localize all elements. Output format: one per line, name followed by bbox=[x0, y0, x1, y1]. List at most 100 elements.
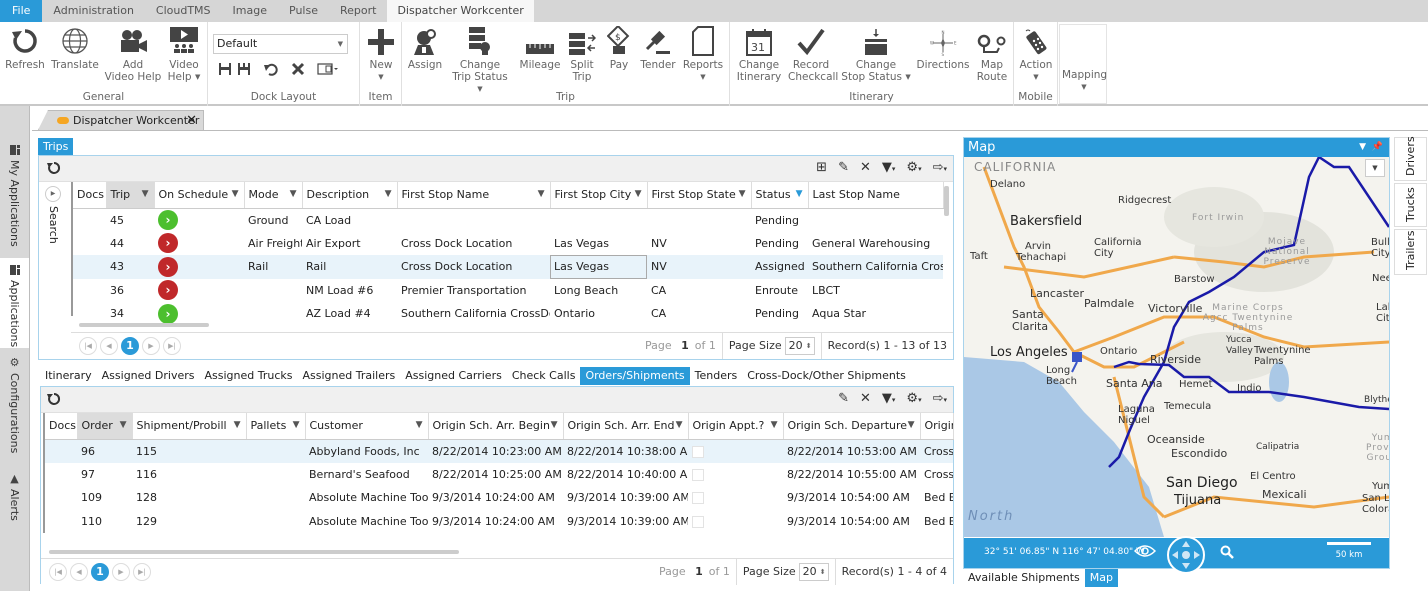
cell-arr-begin[interactable]: 9/3/2014 10:24:00 AM bbox=[428, 510, 563, 534]
tab-map[interactable]: Map bbox=[1084, 569, 1118, 587]
cell-mode[interactable]: Rail bbox=[244, 255, 302, 279]
col-origin-appt[interactable]: Origin Appt.? ▼ bbox=[688, 413, 784, 440]
menu-pulse[interactable]: Pulse bbox=[278, 0, 329, 22]
col-mode[interactable]: Mode ▼ bbox=[244, 182, 303, 209]
cell-shipment[interactable]: 116 bbox=[132, 463, 246, 487]
menu-image[interactable]: Image bbox=[222, 0, 278, 22]
cell-trip[interactable]: 34 bbox=[106, 302, 154, 326]
change-trip-status-button[interactable]: Change Trip Status ▼ bbox=[448, 26, 512, 95]
col-docs[interactable]: Docs bbox=[45, 413, 78, 440]
eye-icon[interactable] bbox=[1134, 544, 1156, 558]
mileage-button[interactable]: Mileage bbox=[518, 26, 562, 71]
cell-trip[interactable]: 36 bbox=[106, 279, 154, 303]
add-row-icon[interactable]: ⊞ bbox=[816, 160, 827, 175]
map-route-button[interactable]: Map Route bbox=[974, 26, 1010, 83]
close-icon[interactable]: ✕ bbox=[186, 111, 197, 130]
cell-last-stop-name[interactable]: Southern California CrossDock bbox=[808, 255, 943, 279]
cell-first-stop-state[interactable]: NV bbox=[647, 255, 751, 279]
delete-icon[interactable]: ✕ bbox=[860, 160, 871, 175]
cell-customer[interactable]: Abbyland Foods, Inc bbox=[305, 439, 428, 463]
cell-order[interactable]: 109 bbox=[77, 486, 132, 510]
cell-first-stop-city[interactable]: Las Vegas bbox=[550, 232, 647, 256]
search-toggle[interactable]: ▶ Search bbox=[45, 182, 63, 302]
cell-docs[interactable] bbox=[45, 486, 77, 510]
tab-assigned-carriers[interactable]: Assigned Carriers bbox=[400, 367, 507, 385]
col-shipment-probill[interactable]: Shipment/Probill ▼ bbox=[132, 413, 247, 440]
export-icon[interactable]: ⇨▾ bbox=[933, 160, 947, 175]
sidebar-item-applications[interactable]: Applications bbox=[0, 258, 29, 348]
cell-on-schedule[interactable]: › bbox=[154, 255, 244, 279]
page-size-stepper[interactable]: 20 ⬍ bbox=[798, 563, 829, 581]
cell-origin[interactable]: Bed Ba bbox=[920, 510, 953, 534]
filter-icon[interactable]: ▼ bbox=[739, 189, 746, 199]
cell-pallets[interactable] bbox=[246, 439, 305, 463]
export-icon[interactable]: ⇨▾ bbox=[933, 391, 947, 406]
filter-icon[interactable]: ▼ bbox=[771, 420, 778, 430]
cell-departure[interactable]: 9/3/2014 10:54:00 AM bbox=[783, 486, 920, 510]
cell-description[interactable]: CA Load bbox=[302, 208, 397, 232]
col-trip[interactable]: Trip ▼ bbox=[106, 182, 155, 209]
change-stop-status-button[interactable]: Change Stop Status ▼ bbox=[840, 26, 912, 83]
cell-trip[interactable]: 45 bbox=[106, 208, 154, 232]
edit-pencil-icon[interactable]: ✎ bbox=[838, 391, 849, 406]
next-page-button[interactable]: ▶ bbox=[142, 337, 160, 355]
cell-pallets[interactable] bbox=[246, 510, 305, 534]
cell-origin[interactable]: Cross bbox=[920, 463, 953, 487]
filter-icon[interactable]: ▼ bbox=[551, 420, 558, 430]
grid-refresh-icon[interactable] bbox=[47, 161, 61, 175]
cell-mode[interactable]: Ground bbox=[244, 208, 302, 232]
cell-arr-begin[interactable]: 8/22/2014 10:25:00 AM bbox=[428, 463, 563, 487]
tab-assigned-trailers[interactable]: Assigned Trailers bbox=[297, 367, 400, 385]
settings-icon[interactable]: ⚙▾ bbox=[906, 160, 921, 175]
cell-first-stop-name[interactable] bbox=[397, 208, 550, 232]
cell-arr-begin[interactable]: 8/22/2014 10:23:00 AM bbox=[428, 439, 563, 463]
action-button[interactable]: Action ▼ bbox=[1016, 26, 1056, 83]
filter-icon[interactable]: ▼▾ bbox=[882, 160, 896, 175]
menu-file[interactable]: File bbox=[0, 0, 43, 22]
tab-itinerary[interactable]: Itinerary bbox=[40, 367, 97, 385]
reports-button[interactable]: Reports ▼ bbox=[682, 26, 724, 83]
cell-shipment[interactable]: 115 bbox=[132, 439, 246, 463]
orders-table-row[interactable]: 96 115 Abbyland Foods, Inc 8/22/2014 10:23:… bbox=[45, 439, 953, 463]
cell-customer[interactable]: Absolute Machine Tools bbox=[305, 486, 428, 510]
cell-appt[interactable] bbox=[688, 510, 783, 534]
tab-orders-shipments[interactable]: Orders/Shipments bbox=[580, 367, 690, 385]
filter-icon[interactable]: ▼ bbox=[234, 420, 241, 430]
undo-icon[interactable] bbox=[263, 62, 279, 76]
cell-on-schedule[interactable]: › bbox=[154, 302, 244, 326]
split-trip-button[interactable]: Split Trip bbox=[564, 26, 600, 83]
cell-order[interactable]: 96 bbox=[77, 439, 132, 463]
save-icon[interactable] bbox=[218, 62, 232, 76]
trips-table-row[interactable]: 36 › NM Load #6 Premier Transportation Long … bbox=[73, 279, 943, 303]
col-description[interactable]: Description ▼ bbox=[302, 182, 398, 209]
col-order[interactable]: Order ▼ bbox=[77, 413, 133, 440]
cell-first-stop-city[interactable]: Ontario bbox=[550, 302, 647, 326]
sidebar-item-alerts[interactable]: ▲ Alerts bbox=[0, 472, 29, 542]
col-docs[interactable]: Docs bbox=[73, 182, 107, 209]
cell-order[interactable]: 97 bbox=[77, 463, 132, 487]
cell-customer[interactable]: Absolute Machine Tools bbox=[305, 510, 428, 534]
page-1-button[interactable]: 1 bbox=[91, 563, 109, 581]
col-on-schedule[interactable]: On Schedule ▼ bbox=[154, 182, 245, 209]
cell-first-stop-city[interactable]: Las Vegas bbox=[550, 255, 647, 279]
cell-status[interactable]: Pending bbox=[751, 232, 808, 256]
cell-pallets[interactable] bbox=[246, 486, 305, 510]
cell-docs[interactable] bbox=[73, 255, 106, 279]
tab-tenders[interactable]: Tenders bbox=[690, 367, 743, 385]
cell-last-stop-name[interactable] bbox=[808, 208, 943, 232]
orders-table-row[interactable]: 97 116 Bernard's Seafood 8/22/2014 10:25:00… bbox=[45, 463, 953, 487]
filter-icon[interactable]: ▼▾ bbox=[882, 391, 896, 406]
mapping-button[interactable]: Mapping ▼ bbox=[1062, 69, 1107, 93]
layout-options-icon[interactable] bbox=[317, 62, 339, 76]
cell-status[interactable]: Enroute bbox=[751, 279, 808, 303]
cell-arr-end[interactable]: 8/22/2014 10:40:00 AM bbox=[563, 463, 688, 487]
cell-first-stop-state[interactable]: CA bbox=[647, 279, 751, 303]
cell-arr-end[interactable]: 9/3/2014 10:39:00 AM bbox=[563, 510, 688, 534]
filter-icon[interactable]: ▼ bbox=[293, 420, 300, 430]
tab-cross-dock-other-shipments[interactable]: Cross-Dock/Other Shipments bbox=[742, 367, 911, 385]
video-help-button[interactable]: Video Help ▼ bbox=[166, 26, 202, 83]
tab-trucks[interactable]: Trucks bbox=[1394, 183, 1427, 227]
assign-button[interactable]: Assign bbox=[406, 26, 444, 71]
origin-appt-checkbox[interactable] bbox=[692, 445, 704, 458]
filter-icon[interactable]: ▼ bbox=[635, 189, 642, 199]
